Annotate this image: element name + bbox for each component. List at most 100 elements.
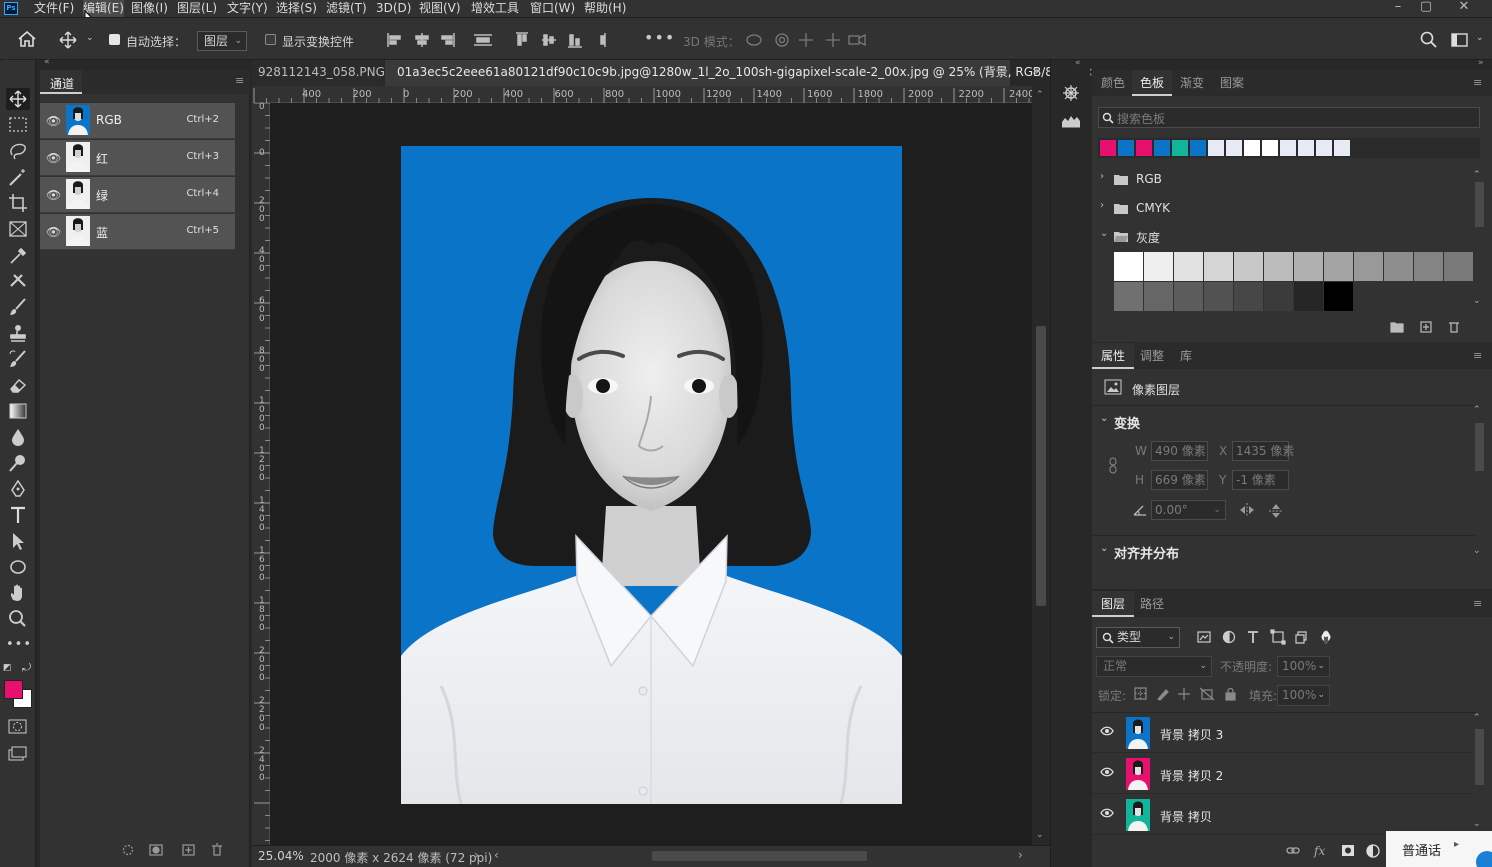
recent-swatch[interactable] (1244, 140, 1260, 156)
swatch-scroll-up-icon[interactable]: ⌃ (1473, 170, 1481, 180)
close-window-icon[interactable]: ✕ (1452, 0, 1476, 17)
layer-row[interactable]: 背景 拷贝 3 (1092, 713, 1472, 753)
collapse-channels-icon[interactable]: « (44, 57, 50, 67)
layers-scroll-up-icon[interactable]: ⌃ (1473, 713, 1481, 723)
crop-tool[interactable] (6, 192, 30, 214)
x-field[interactable]: 1435 像素 (1232, 441, 1294, 461)
marquee-tool[interactable] (6, 114, 30, 136)
swatch-scroll-thumb[interactable] (1475, 182, 1484, 227)
recent-swatch[interactable] (1172, 140, 1188, 156)
brush-tool[interactable] (6, 296, 30, 318)
fill-field[interactable]: 100% ⌄ (1277, 685, 1330, 706)
gray-swatch[interactable] (1174, 282, 1203, 311)
maximize-icon[interactable]: ▢ (1414, 0, 1438, 17)
gray-swatch[interactable] (1264, 282, 1293, 311)
menu-select[interactable]: 选择(S) (276, 0, 317, 17)
gray-swatch[interactable] (1204, 252, 1233, 281)
document-image[interactable] (401, 146, 902, 804)
lasso-tool[interactable] (6, 140, 30, 162)
gray-swatch[interactable] (1234, 282, 1263, 311)
swatch-group-灰度[interactable]: ⌄ 灰度 (1092, 223, 1472, 251)
move-tool-icon[interactable] (59, 31, 77, 49)
blend-mode-dropdown[interactable]: 正常 ⌄ (1096, 656, 1212, 677)
recent-swatch[interactable] (1208, 140, 1224, 156)
menu-filter[interactable]: 滤镜(T) (326, 0, 367, 17)
tabs-overflow-icon[interactable]: » (1032, 64, 1040, 79)
workspace-icon[interactable] (1451, 32, 1469, 48)
menu-file[interactable]: 文件(F) (34, 0, 74, 17)
home-icon[interactable] (18, 31, 36, 47)
screen-mode-icon[interactable] (8, 746, 28, 762)
gray-swatch[interactable] (1174, 252, 1203, 281)
edit-toolbar[interactable]: ••• (6, 634, 31, 656)
swatch-group-cmyk[interactable]: › CMYK (1092, 195, 1472, 223)
properties-scroll-thumb[interactable] (1475, 423, 1484, 471)
gray-swatch[interactable] (1294, 282, 1323, 311)
document-tab-1[interactable]: 928112143_058.PNG × (252, 60, 405, 86)
visibility-eye-icon[interactable] (1100, 767, 1114, 777)
foreground-color-swatch[interactable] (4, 680, 23, 699)
scroll-left-icon[interactable]: ‹ (494, 848, 499, 862)
canvas-area[interactable] (270, 103, 1032, 845)
properties-scroll-down-icon[interactable]: ⌄ (1473, 546, 1481, 556)
tab-color[interactable]: 颜色 (1101, 70, 1125, 96)
histogram-icon[interactable] (1061, 112, 1081, 128)
align-distribute-section-title[interactable]: 对齐并分布 (1114, 543, 1179, 562)
channel-row[interactable]: 👁 绿 Ctrl+4 (40, 177, 235, 213)
scroll-down-icon[interactable]: ⌄ (1036, 830, 1044, 840)
recent-swatch[interactable] (1190, 140, 1206, 156)
magic-wand-tool[interactable] (6, 166, 30, 188)
gray-swatch[interactable] (1264, 252, 1293, 281)
panel-menu-icon[interactable]: ≡ (1473, 349, 1482, 362)
channel-row[interactable]: 👁 红 Ctrl+3 (40, 140, 235, 176)
document-tab-2[interactable]: 01a3ec5c2eee61a80121df90c10c9b.jpg@1280w… (385, 60, 1093, 86)
ime-indicator[interactable]: 普通话 ▸ (1386, 831, 1492, 867)
layer-row[interactable]: 背景 拷贝 (1092, 795, 1472, 835)
ime-arrow-icon[interactable]: ▸ (1454, 839, 1459, 850)
link-dimensions-icon[interactable] (1107, 457, 1119, 475)
properties-scroll-up-icon[interactable]: ⌃ (1473, 405, 1481, 415)
gray-swatch[interactable] (1354, 252, 1383, 281)
type-tool[interactable] (6, 504, 30, 526)
gray-swatch[interactable] (1144, 252, 1173, 281)
more-options-icon[interactable]: ••• (644, 28, 675, 47)
gray-swatch[interactable] (1144, 282, 1173, 311)
y-field[interactable]: -1 像素 (1232, 470, 1289, 490)
blur-tool[interactable] (6, 426, 30, 448)
recent-swatch[interactable] (1100, 140, 1116, 156)
layer-row[interactable]: 背景 拷贝 2 (1092, 754, 1472, 794)
gray-swatch[interactable] (1324, 282, 1353, 311)
channels-tab[interactable]: 通道 (40, 70, 82, 94)
frame-tool[interactable] (6, 218, 30, 240)
recent-swatch[interactable] (1226, 140, 1242, 156)
pen-tool[interactable] (6, 478, 30, 500)
menu-3d[interactable]: 3D(D) (376, 0, 411, 17)
tab-patterns[interactable]: 图案 (1220, 70, 1244, 96)
workspace-chevron-icon[interactable]: ⌄ (1476, 33, 1484, 43)
recent-swatch[interactable] (1136, 140, 1152, 156)
visibility-eye-icon[interactable]: 👁 (46, 151, 61, 165)
status-menu-arrow-icon[interactable]: › (474, 848, 479, 862)
history-brush-tool[interactable] (6, 348, 30, 370)
tab-libraries[interactable]: 库 (1180, 343, 1192, 369)
auto-select-checkbox[interactable] (109, 34, 120, 45)
swatch-scroll-down-icon[interactable]: ⌄ (1473, 296, 1481, 306)
chevron-down-icon[interactable]: ⌄ (1100, 228, 1108, 239)
path-selection-tool[interactable] (6, 530, 30, 552)
visibility-eye-icon[interactable] (1100, 726, 1114, 736)
vertical-scrollbar[interactable]: ⌃ ⌄ (1032, 86, 1050, 845)
menu-type[interactable]: 文字(Y) (227, 0, 268, 17)
menu-view[interactable]: 视图(V) (419, 0, 461, 17)
gray-swatch[interactable] (1114, 252, 1143, 281)
channel-row[interactable]: 👁 RGB Ctrl+2 (40, 103, 235, 139)
opacity-field[interactable]: 100% ⌄ (1277, 656, 1330, 677)
visibility-eye-icon[interactable]: 👁 (46, 114, 61, 128)
gray-swatch[interactable] (1204, 282, 1233, 311)
gradient-tool[interactable] (6, 400, 30, 422)
recent-swatch[interactable] (1262, 140, 1278, 156)
layer-filter-dropdown[interactable]: 类型 ⌄ (1096, 627, 1180, 648)
menu-help[interactable]: 帮助(H) (584, 0, 626, 17)
scroll-up-icon[interactable]: ⌃ (1036, 90, 1044, 100)
zoom-level[interactable]: 25.04% (258, 849, 304, 863)
recent-swatch[interactable] (1316, 140, 1332, 156)
